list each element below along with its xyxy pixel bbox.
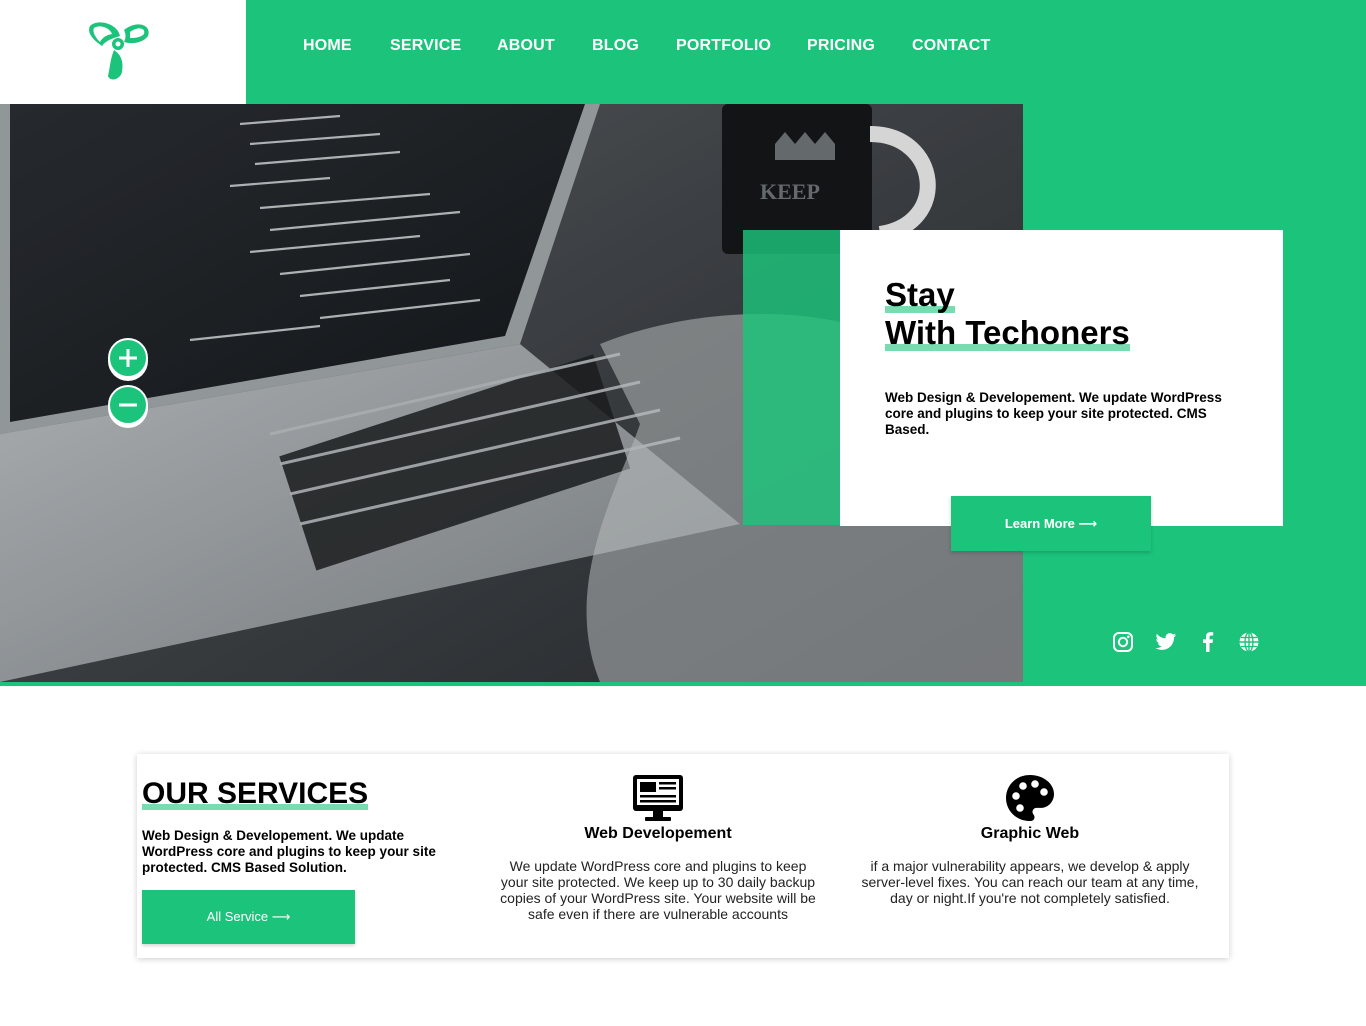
services-title: OUR SERVICES <box>142 777 369 810</box>
hero-section: KEEP Stay With Techoners Web Design & De… <box>0 104 1366 686</box>
nav-portfolio[interactable]: PORTFOLIO <box>676 37 771 55</box>
learn-more-button[interactable]: Learn More ⟶ <box>951 496 1151 551</box>
hero-description: Web Design & Developement. We update Wor… <box>885 390 1222 437</box>
plus-icon <box>119 349 137 367</box>
facebook-icon[interactable] <box>1197 631 1219 653</box>
hero-title-line1: Stay <box>885 276 955 313</box>
nav-service[interactable]: SERVICE <box>390 37 461 55</box>
instagram-icon[interactable] <box>1112 631 1134 653</box>
monitor-icon <box>633 775 683 821</box>
card-accent-strip <box>743 230 840 525</box>
services-section: OUR SERVICES Web Design & Developement. … <box>137 754 1229 958</box>
hero-title-line2: With Techoners <box>885 314 1130 351</box>
service-graphic-web: Graphic Web if a major vulnerability app… <box>861 774 1199 906</box>
nav-pricing[interactable]: PRICING <box>807 37 875 55</box>
globe-icon[interactable] <box>1238 631 1260 653</box>
all-service-button[interactable]: All Service ⟶ <box>142 890 355 944</box>
service-web-development: Web Developement We update WordPress cor… <box>495 774 821 922</box>
web-development-title: Web Developement <box>584 825 732 842</box>
nav-bar: HOME SERVICE ABOUT BLOG PORTFOLIO PRICIN… <box>246 0 1366 104</box>
twitter-icon[interactable] <box>1155 631 1177 653</box>
graphic-web-title: Graphic Web <box>980 825 1080 842</box>
nav-contact[interactable]: CONTACT <box>912 37 990 55</box>
nav-blog[interactable]: BLOG <box>592 37 639 55</box>
logo-area[interactable] <box>0 0 246 104</box>
site-header: HOME SERVICE ABOUT BLOG PORTFOLIO PRICIN… <box>0 0 1366 104</box>
hero-card: Stay With Techoners Web Design & Develop… <box>840 230 1283 526</box>
palette-icon <box>1006 775 1054 821</box>
zoom-in-button[interactable] <box>108 338 148 378</box>
services-description: Web Design & Developement. We update Wor… <box>142 828 436 875</box>
nav-about[interactable]: ABOUT <box>497 37 555 55</box>
zoom-out-button[interactable] <box>108 385 148 425</box>
web-development-text: We update WordPress core and plugins to … <box>500 858 816 922</box>
graphic-web-text: if a major vulnerability appears, we dev… <box>861 858 1199 906</box>
techoners-logo-icon[interactable] <box>84 20 154 82</box>
hero-title: Stay With Techoners <box>885 276 1130 352</box>
nav-home[interactable]: HOME <box>303 37 352 55</box>
minus-icon <box>119 403 137 407</box>
